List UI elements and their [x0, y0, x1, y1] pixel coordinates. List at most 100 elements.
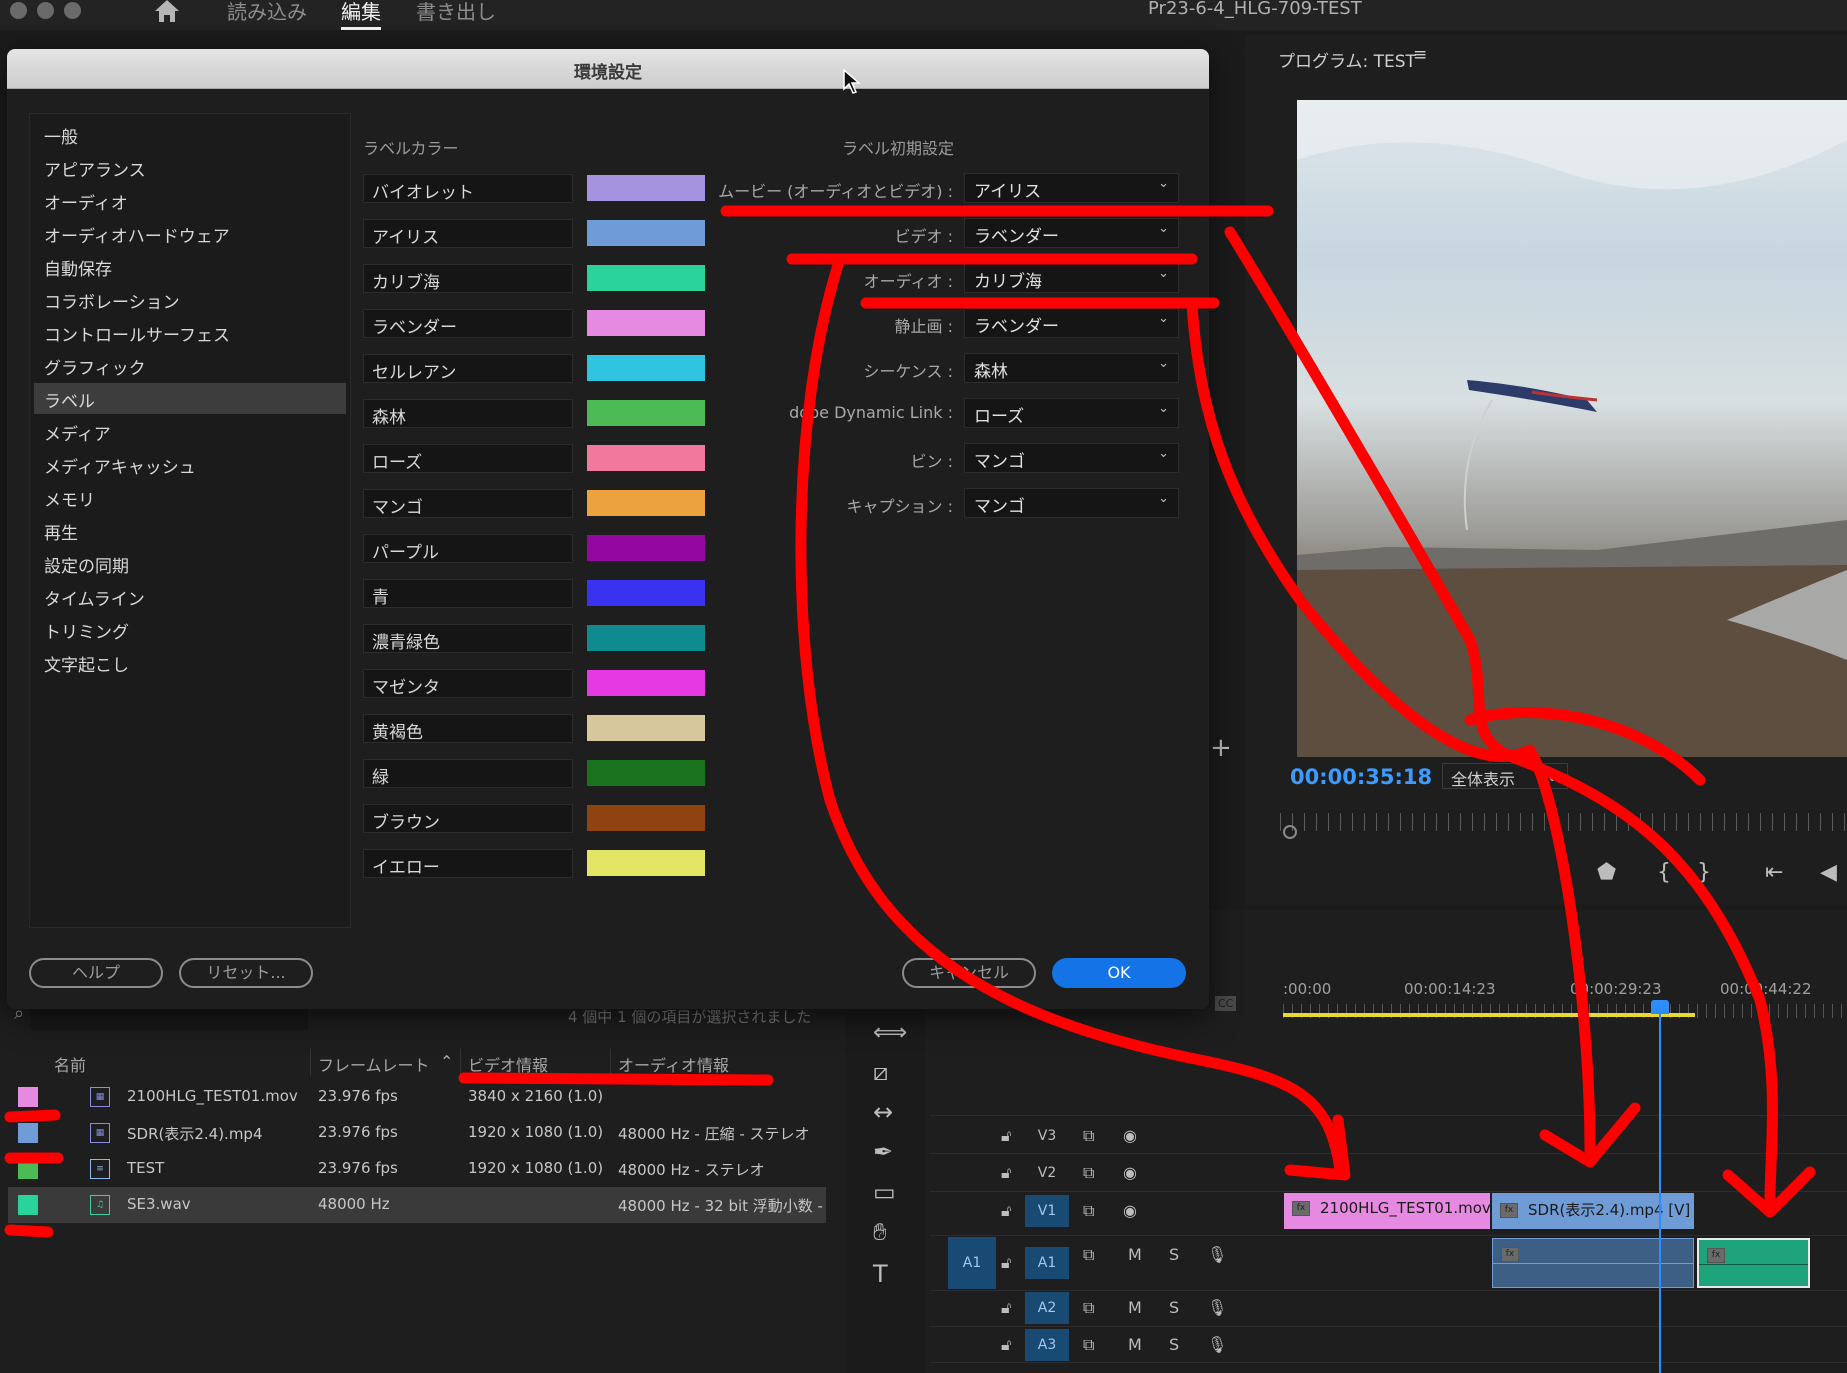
- label-color-swatch[interactable]: [587, 580, 705, 606]
- label-color-swatch[interactable]: [587, 400, 705, 426]
- microphone-icon[interactable]: 🎙︎: [1207, 1298, 1227, 1317]
- clip-hlg-video[interactable]: fx 2100HLG_TEST01.mov: [1284, 1193, 1490, 1229]
- solo-button[interactable]: S: [1169, 1245, 1179, 1264]
- label-color-swatch[interactable]: [587, 220, 705, 246]
- tab-edit[interactable]: 編集: [341, 0, 381, 30]
- razor-tool-icon[interactable]: ⧄: [873, 1058, 888, 1086]
- step-back-icon[interactable]: ◀: [1820, 860, 1837, 885]
- playhead-line[interactable]: [1659, 1004, 1661, 1373]
- work-area-bar[interactable]: [1283, 1013, 1695, 1017]
- program-monitor-title[interactable]: プログラム: TEST: [1278, 47, 1416, 72]
- zoom-window-icon[interactable]: [64, 2, 81, 19]
- label-color-swatch[interactable]: [587, 355, 705, 381]
- label-color-swatch[interactable]: [587, 310, 705, 336]
- sidebar-item-auto-save[interactable]: 自動保存: [34, 251, 346, 282]
- sort-ascending-icon[interactable]: ⌃: [440, 1052, 453, 1071]
- captions-toggle[interactable]: CC: [1215, 996, 1237, 1011]
- table-row[interactable]: ≡ TEST 23.976 fps 1920 x 1080 (1.0) 4800…: [8, 1151, 826, 1187]
- label-name-field[interactable]: 緑: [363, 759, 573, 788]
- label-name-field[interactable]: ローズ: [363, 444, 573, 473]
- label-color-swatch[interactable]: [587, 670, 705, 696]
- lock-icon[interactable]: 🔓︎: [1001, 1163, 1011, 1183]
- label-name-field[interactable]: 青: [363, 579, 573, 608]
- label-name-field[interactable]: アイリス: [363, 219, 573, 248]
- label-name-field[interactable]: 濃青緑色: [363, 624, 573, 653]
- solo-button[interactable]: S: [1169, 1335, 1179, 1354]
- track-name[interactable]: V2: [1025, 1157, 1069, 1189]
- sidebar-item-media-cache[interactable]: メディアキャッシュ: [34, 449, 346, 480]
- track-name[interactable]: A2: [1025, 1292, 1069, 1324]
- label-default-dropdown[interactable]: ローズ ⌄: [964, 398, 1179, 428]
- hand-tool-icon[interactable]: ✋︎: [873, 1218, 887, 1246]
- slip-tool-icon[interactable]: ↔: [873, 1098, 893, 1126]
- sidebar-item-trimming[interactable]: トリミング: [34, 614, 346, 645]
- column-header-name[interactable]: 名前: [54, 1052, 86, 1076]
- rectangle-tool-icon[interactable]: ▭: [873, 1178, 896, 1206]
- track-name[interactable]: A1: [1025, 1247, 1069, 1279]
- sync-lock-icon[interactable]: ⧉: [1083, 1163, 1094, 1183]
- label-color-swatch[interactable]: [587, 175, 705, 201]
- label-name-field[interactable]: イエロー: [363, 849, 573, 878]
- label-name-field[interactable]: ブラウン: [363, 804, 573, 833]
- label-default-dropdown[interactable]: マンゴ ⌄: [964, 488, 1179, 518]
- label-name-field[interactable]: マゼンタ: [363, 669, 573, 698]
- label-color-swatch[interactable]: [587, 850, 705, 876]
- add-marker-icon[interactable]: ⬟: [1597, 860, 1616, 885]
- label-color-swatch[interactable]: [587, 625, 705, 651]
- sync-lock-icon[interactable]: ⧉: [1083, 1245, 1094, 1265]
- label-color-swatch[interactable]: [587, 445, 705, 471]
- panel-menu-icon[interactable]: ≡: [1413, 45, 1427, 65]
- label-name-field[interactable]: パープル: [363, 534, 573, 563]
- label-color-swatch[interactable]: [587, 535, 705, 561]
- sync-lock-icon[interactable]: ⧉: [1083, 1201, 1094, 1221]
- sync-lock-icon[interactable]: ⧉: [1083, 1298, 1094, 1318]
- column-header-video-info[interactable]: ビデオ情報: [468, 1052, 548, 1076]
- mute-button[interactable]: M: [1128, 1335, 1142, 1354]
- microphone-icon[interactable]: 🎙︎: [1207, 1335, 1227, 1354]
- eye-icon[interactable]: ◉: [1123, 1163, 1137, 1182]
- track-name[interactable]: V3: [1025, 1120, 1069, 1152]
- table-row[interactable]: ▦ SDR(表示2.4).mp4 23.976 fps 1920 x 1080 …: [8, 1115, 826, 1151]
- clip-sdr-audio[interactable]: fx: [1492, 1238, 1694, 1288]
- eye-icon[interactable]: ◉: [1123, 1126, 1137, 1145]
- label-default-dropdown[interactable]: ラベンダー ⌄: [964, 308, 1179, 338]
- ok-button[interactable]: OK: [1052, 958, 1186, 988]
- label-name-field[interactable]: ラベンダー: [363, 309, 573, 338]
- lock-icon[interactable]: 🔓︎: [1001, 1253, 1011, 1273]
- reset-button[interactable]: リセット...: [179, 958, 313, 988]
- type-tool-icon[interactable]: T: [873, 1260, 888, 1288]
- label-default-dropdown[interactable]: 森林 ⌄: [964, 353, 1179, 383]
- label-color-swatch[interactable]: [587, 490, 705, 516]
- track-name[interactable]: A3: [1025, 1329, 1069, 1361]
- sync-lock-icon[interactable]: ⧉: [1083, 1126, 1094, 1146]
- sync-lock-icon[interactable]: ⧉: [1083, 1335, 1094, 1355]
- label-name-field[interactable]: 森林: [363, 399, 573, 428]
- playhead-head[interactable]: [1651, 1000, 1669, 1014]
- eye-icon[interactable]: ◉: [1123, 1201, 1137, 1220]
- sidebar-item-graphics[interactable]: グラフィック: [34, 350, 346, 381]
- playhead-timecode[interactable]: 00:00:35:18: [1290, 765, 1432, 789]
- label-color-swatch[interactable]: [587, 265, 705, 291]
- lock-icon[interactable]: 🔓︎: [1001, 1335, 1011, 1355]
- solo-button[interactable]: S: [1169, 1298, 1179, 1317]
- zoom-level-dropdown[interactable]: 全体表示 ⌄: [1442, 763, 1568, 789]
- sidebar-item-sync-settings[interactable]: 設定の同期: [34, 548, 346, 579]
- sidebar-item-memory[interactable]: メモリ: [34, 482, 346, 513]
- mark-in-icon[interactable]: {: [1657, 860, 1671, 885]
- go-to-in-icon[interactable]: ⇤: [1765, 860, 1783, 885]
- label-default-dropdown[interactable]: アイリス ⌄: [964, 173, 1179, 203]
- help-button[interactable]: ヘルプ: [29, 958, 163, 988]
- sidebar-item-audio[interactable]: オーディオ: [34, 185, 346, 216]
- lock-icon[interactable]: 🔓︎: [1001, 1298, 1011, 1318]
- close-window-icon[interactable]: [10, 2, 27, 19]
- sidebar-item-transcription[interactable]: 文字起こし: [34, 647, 346, 678]
- label-color-swatch[interactable]: [18, 1195, 38, 1215]
- sidebar-item-general[interactable]: 一般: [34, 119, 346, 150]
- column-header-frame-rate[interactable]: フレームレート: [318, 1052, 430, 1076]
- home-icon[interactable]: [153, 0, 181, 24]
- mute-button[interactable]: M: [1128, 1245, 1142, 1264]
- sidebar-item-collaboration[interactable]: コラボレーション: [34, 284, 346, 315]
- sidebar-item-control-surface[interactable]: コントロールサーフェス: [34, 317, 346, 348]
- label-color-swatch[interactable]: [587, 760, 705, 786]
- lock-icon[interactable]: 🔓︎: [1001, 1201, 1011, 1221]
